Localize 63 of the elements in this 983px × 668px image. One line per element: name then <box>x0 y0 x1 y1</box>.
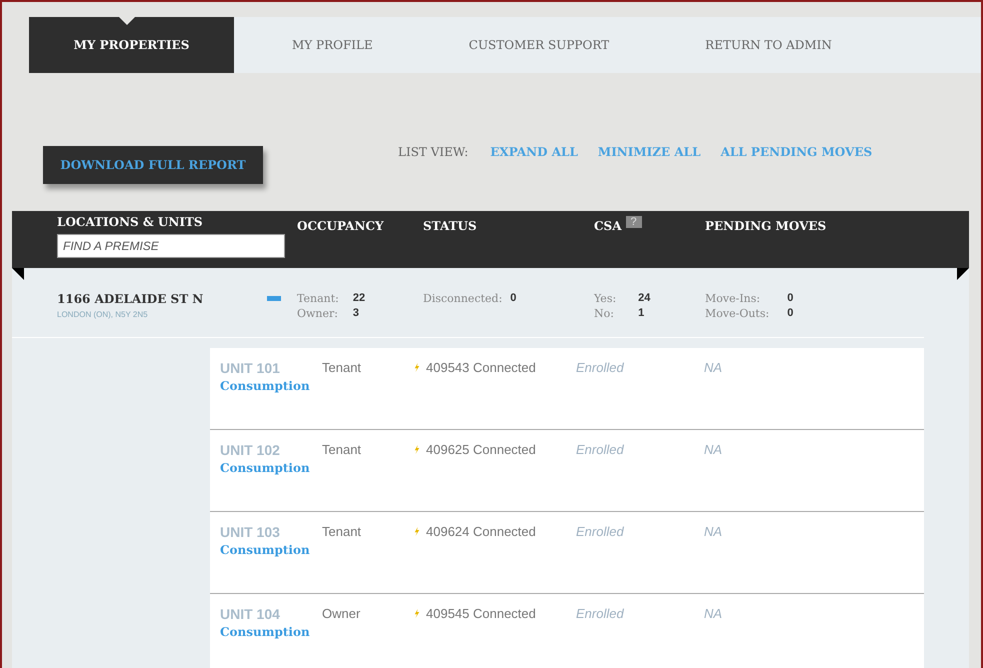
stat-value: 3 <box>352 307 360 320</box>
collapse-icon[interactable] <box>267 296 281 301</box>
csa-text: Enrolled <box>576 442 625 459</box>
lightning-icon <box>414 608 420 619</box>
pending-text: NA <box>704 606 722 623</box>
pending-text: NA <box>704 360 722 377</box>
csa-text: Enrolled <box>576 606 625 623</box>
ribbon-fold <box>12 268 24 280</box>
column-header: PENDING MOVES <box>705 218 828 235</box>
list-view-label: LIST VIEW: <box>398 145 468 159</box>
lightning-icon <box>414 444 420 455</box>
stat-value: 22 <box>352 292 366 305</box>
lightning-icon <box>414 526 420 537</box>
column-header: OCCUPANCY <box>297 218 385 235</box>
stat-label: Move-Outs: <box>705 307 770 320</box>
stat-label: Yes: <box>594 292 616 305</box>
help-badge[interactable]: ? <box>626 216 642 228</box>
stat-value: 24 <box>638 292 650 305</box>
unit-name: UNIT 103 <box>220 524 280 540</box>
csa-text: Enrolled <box>576 360 625 377</box>
occupancy-text: Tenant <box>322 524 362 541</box>
status-text: 409543 Connected <box>426 360 536 375</box>
column-header: LOCATIONS & UNITS <box>57 214 203 229</box>
unit-name: UNIT 102 <box>220 442 280 458</box>
status-text: 409625 Connected <box>426 442 536 457</box>
unit-name: UNIT 101 <box>220 360 280 376</box>
pending-text: NA <box>704 442 722 459</box>
list-view-link[interactable]: MINIMIZE ALL <box>598 145 701 159</box>
ribbon-fold <box>957 268 969 280</box>
nav-tab[interactable]: CUSTOMER SUPPORT <box>420 17 658 73</box>
list-view-link[interactable]: ALL PENDING MOVES <box>720 145 872 159</box>
search-field[interactable]: FIND A PREMISE <box>57 234 285 258</box>
download-button[interactable]: DOWNLOAD FULL REPORT <box>43 146 263 184</box>
csa-text: Enrolled <box>576 524 625 541</box>
column-header: STATUS <box>423 218 478 235</box>
stat-label: Move-Ins: <box>705 292 762 305</box>
stat-value: 0 <box>787 307 794 320</box>
status-text: 409624 Connected <box>426 524 536 539</box>
nav-tab[interactable]: MY PROPERTIES <box>29 17 234 73</box>
occupancy-text: Tenant <box>322 360 362 377</box>
unit-name: UNIT 104 <box>220 606 280 622</box>
stat-label: Disconnected: <box>423 292 502 305</box>
stat-value: 0 <box>787 292 794 305</box>
list-view-link[interactable]: EXPAND ALL <box>490 145 578 159</box>
stat-value: 0 <box>510 292 516 305</box>
stat-label: Tenant: <box>297 292 339 305</box>
pending-text: NA <box>704 524 722 541</box>
stat-value: 1 <box>638 307 646 320</box>
property-address: LONDON (ON), N5Y 2N5 <box>57 310 149 319</box>
occupancy-text: Tenant <box>322 442 362 459</box>
consumption-link[interactable]: Consumption <box>220 379 310 393</box>
consumption-link[interactable]: Consumption <box>220 461 310 475</box>
column-header: CSA <box>594 218 622 233</box>
nav-tab[interactable]: RETURN TO ADMIN <box>657 17 880 73</box>
property-name: 1166 ADELAIDE ST N <box>57 292 204 306</box>
stat-label: No: <box>594 307 615 320</box>
consumption-link[interactable]: Consumption <box>220 543 310 557</box>
lightning-icon <box>414 362 420 373</box>
status-text: 409545 Connected <box>426 606 536 621</box>
nav-tab[interactable]: MY PROFILE <box>244 17 421 73</box>
occupancy-text: Owner <box>322 606 362 623</box>
stat-label: Owner: <box>297 307 339 320</box>
consumption-link[interactable]: Consumption <box>220 625 310 639</box>
